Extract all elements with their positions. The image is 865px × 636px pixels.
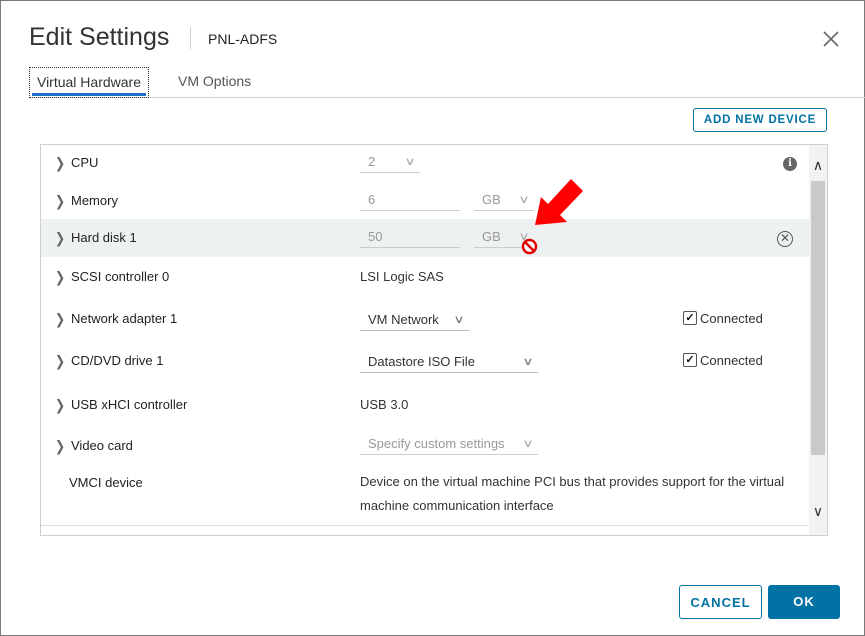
usb-version-value: USB 3.0 (360, 397, 409, 412)
video-settings-value: Specify custom settings (368, 436, 505, 451)
device-row-cd-dvd-drive: ❯ CD/DVD drive 1 Datastore ISO File ∨ ✓ … (41, 341, 809, 385)
chevron-down-icon[interactable]: ∨ (809, 503, 827, 521)
device-label: Hard disk 1 (71, 230, 137, 245)
cd-dvd-connected-checkbox[interactable]: ✓ (683, 353, 697, 367)
disk-size-input: 50 (360, 226, 460, 248)
device-label: CD/DVD drive 1 (71, 353, 164, 368)
video-settings-select: Specify custom settings ∨ (360, 433, 538, 455)
chevron-right-icon[interactable]: ❯ (55, 353, 65, 370)
device-label: SCSI controller 0 (71, 269, 170, 284)
chevron-right-icon[interactable]: ❯ (55, 311, 65, 328)
device-label: Network adapter 1 (71, 311, 178, 326)
cpu-count-select: 2 ∨ (360, 151, 420, 173)
tab-vm-options[interactable]: VM Options (178, 67, 251, 97)
chevron-down-icon: ∨ (522, 438, 534, 450)
network-select[interactable]: VM Network ∨ (360, 309, 469, 331)
chevron-right-icon[interactable]: ❯ (55, 230, 65, 247)
tab-virtual-hardware[interactable]: Virtual Hardware (29, 67, 149, 98)
network-connected-checkbox[interactable]: ✓ (683, 311, 697, 325)
device-row-usb-controller: ❯ USB xHCI controller USB 3.0 (41, 384, 809, 428)
tab-bar: Virtual Hardware VM Options (29, 67, 865, 98)
edit-settings-dialog: Edit Settings PNL-ADFS Virtual Hardware … (0, 0, 865, 636)
cancel-button[interactable]: CANCEL (679, 585, 762, 619)
disk-unit-value: GB (482, 229, 501, 244)
title-separator (190, 27, 191, 49)
add-new-device-button[interactable]: ADD NEW DEVICE (693, 108, 827, 132)
dialog-title: Edit Settings (29, 23, 170, 51)
device-label: VMCI device (69, 475, 143, 490)
device-label: USB xHCI controller (71, 397, 188, 412)
device-row-hard-disk: ❯ Hard disk 1 50 GB ∨ ✕ (41, 219, 809, 258)
memory-unit-select: GB ∨ (474, 189, 534, 211)
ok-button[interactable]: OK (768, 585, 840, 619)
connected-label: Connected (700, 311, 763, 326)
device-row-vmci: VMCI device Device on the virtual machin… (41, 464, 809, 526)
annotation-arrow-icon (535, 179, 583, 225)
device-label: Video card (71, 438, 133, 453)
device-row-scsi-controller: ❯ SCSI controller 0 LSI Logic SAS (41, 257, 809, 300)
cpu-count-value: 2 (368, 154, 376, 169)
chevron-right-icon[interactable]: ❯ (55, 193, 65, 210)
close-icon[interactable] (821, 29, 841, 49)
chevron-right-icon[interactable]: ❯ (55, 397, 65, 414)
info-icon[interactable]: i (783, 157, 797, 171)
device-row-network-adapter: ❯ Network adapter 1 VM Network ∨ ✓ Conne… (41, 299, 809, 342)
memory-unit-value: GB (482, 192, 501, 207)
device-row-video-card: ❯ Video card Specify custom settings ∨ (41, 427, 809, 465)
chevron-up-icon[interactable]: ∧ (809, 157, 827, 175)
chevron-down-icon: ∨ (404, 156, 416, 168)
chevron-down-icon: ∨ (453, 314, 465, 326)
device-row-memory: ❯ Memory 6 GB ∨ (41, 182, 809, 220)
memory-size-input: 6 (360, 189, 460, 211)
chevron-right-icon[interactable]: ❯ (55, 269, 65, 286)
chevron-down-icon: ∨ (522, 356, 534, 368)
connected-label: Connected (700, 353, 763, 368)
vm-name: PNL-ADFS (208, 31, 278, 47)
device-row-cpu: ❯ CPU 2 ∨ i (41, 145, 809, 183)
device-label: Memory (71, 193, 118, 208)
cd-dvd-source-value: Datastore ISO File (368, 354, 475, 369)
vmci-description: Device on the virtual machine PCI bus th… (360, 474, 785, 513)
scsi-type-value: LSI Logic SAS (360, 269, 444, 284)
cd-dvd-source-select[interactable]: Datastore ISO File ∨ (360, 351, 538, 373)
chevron-right-icon[interactable]: ❯ (55, 438, 65, 455)
not-allowed-cursor-icon (521, 238, 538, 255)
chevron-right-icon[interactable]: ❯ (55, 155, 65, 172)
grid-scrollbar[interactable]: ∧ ∨ (809, 145, 827, 535)
hardware-grid: ❯ CPU 2 ∨ i ❯ Memory 6 GB ∨ ❯ Hard disk … (40, 144, 828, 536)
memory-size-value: 6 (368, 192, 376, 207)
chevron-down-icon: ∨ (518, 194, 530, 206)
remove-device-icon[interactable]: ✕ (777, 231, 793, 247)
device-label: CPU (71, 155, 99, 170)
disk-size-value: 50 (368, 229, 383, 244)
scroll-thumb[interactable] (811, 181, 825, 455)
network-value: VM Network (368, 312, 439, 327)
